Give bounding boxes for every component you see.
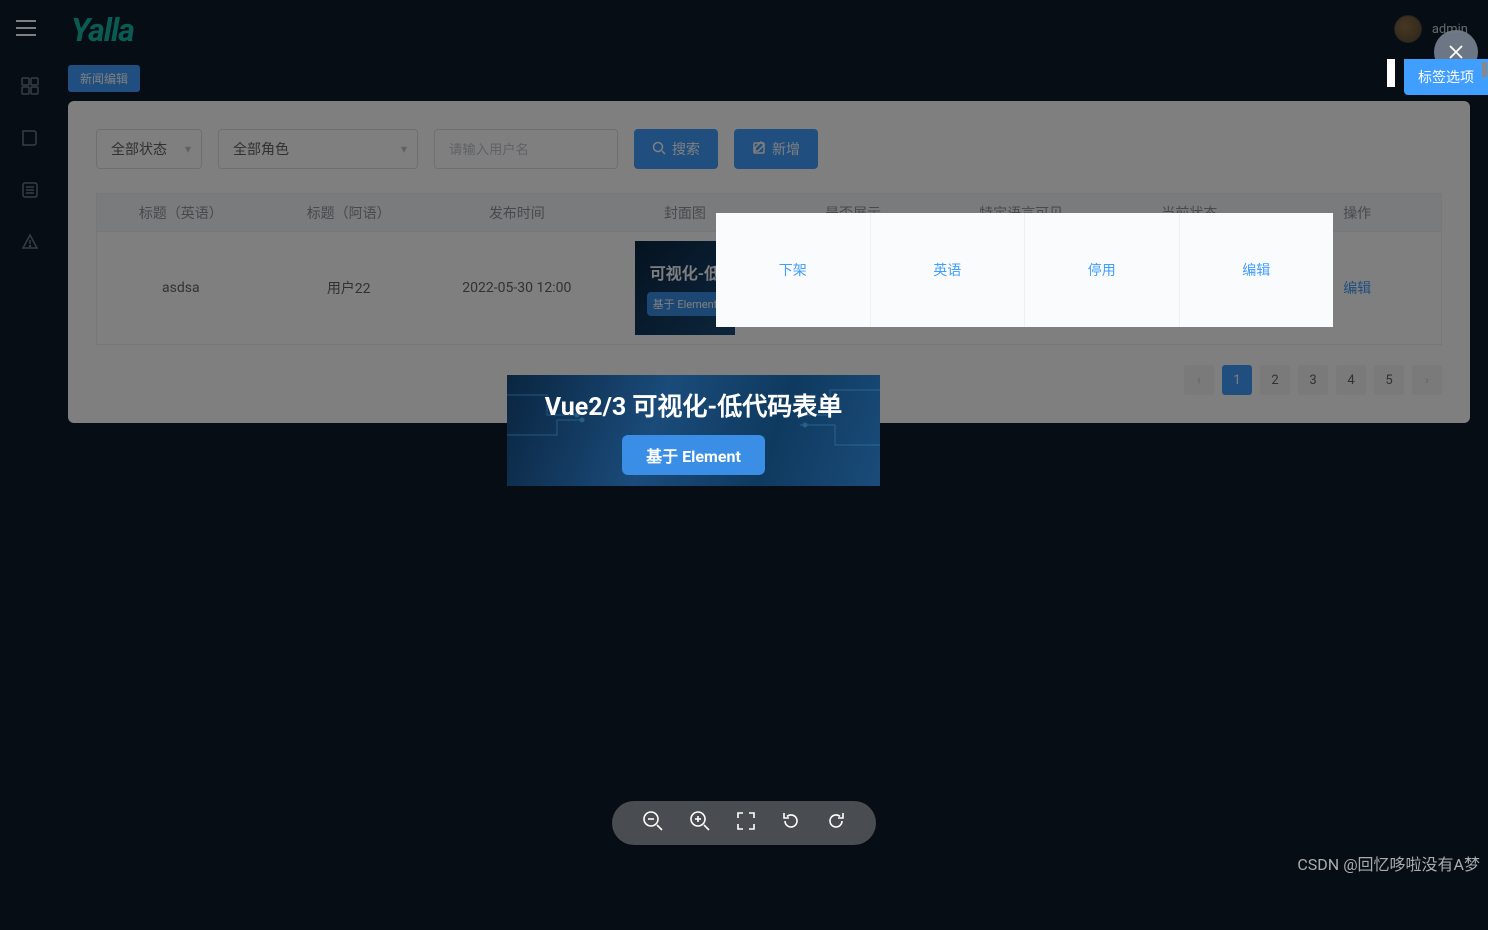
zoom-out-icon[interactable]: [642, 810, 664, 836]
preview-subtitle: 基于 Element: [622, 435, 765, 475]
image-viewer-toolbar: [612, 801, 876, 845]
preview-title: Vue2/3 可视化-低代码表单: [545, 387, 843, 423]
highlighted-cells: 下架 英语 停用 编辑: [716, 213, 1333, 327]
tag-options-button[interactable]: 标签选项: [1404, 59, 1488, 95]
bright-status[interactable]: 停用: [1024, 213, 1179, 327]
rotate-right-icon[interactable]: [826, 811, 846, 835]
bright-show[interactable]: 下架: [716, 213, 870, 327]
bright-lang[interactable]: 英语: [870, 213, 1025, 327]
image-preview[interactable]: Vue2/3 可视化-低代码表单 基于 Element: [507, 375, 880, 486]
watermark: CSDN @回忆哆啦没有A梦: [1297, 851, 1480, 875]
fullscreen-icon[interactable]: [736, 811, 756, 835]
scrollbar-thumb[interactable]: [1482, 62, 1487, 77]
white-sliver: [1387, 59, 1395, 87]
zoom-in-icon[interactable]: [689, 810, 711, 836]
bright-action[interactable]: 编辑: [1179, 213, 1334, 327]
rotate-left-icon[interactable]: [781, 811, 801, 835]
